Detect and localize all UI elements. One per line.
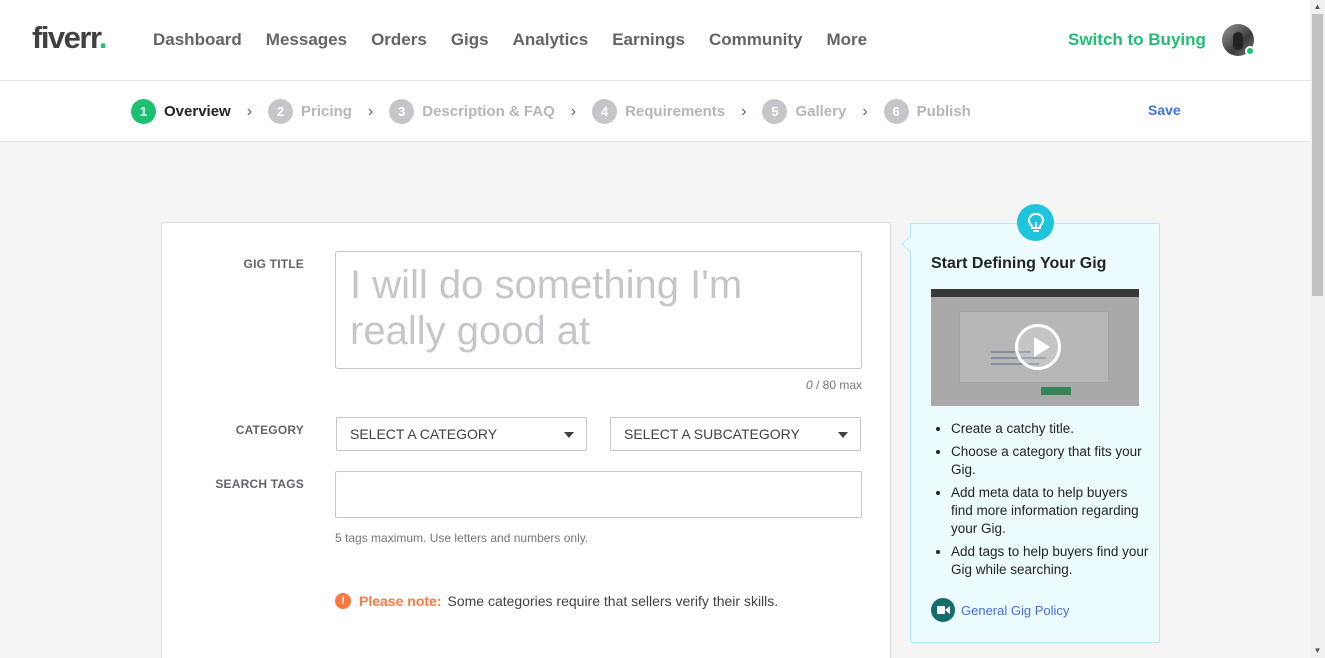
nav-link-dashboard[interactable]: Dashboard [153,30,242,50]
fiverr-logo[interactable]: fiverr. [32,20,107,56]
category-select-value: SELECT A CATEGORY [350,426,498,442]
chevron-right-icon: › [570,102,577,120]
subcategory-select-value: SELECT A SUBCATEGORY [624,426,800,442]
step-number: 4 [592,99,618,124]
chevron-right-icon: › [862,102,868,120]
step-label: Overview [164,103,231,120]
online-status-dot [1245,46,1255,56]
search-tags-input[interactable] [335,471,862,518]
chevron-right-icon: › [367,102,374,120]
subcategory-select[interactable]: SELECT A SUBCATEGORY [610,417,861,451]
info-icon: ! [335,593,351,609]
tips-title: Start Defining Your Gig [931,255,1107,272]
nav-link-messages[interactable]: Messages [266,30,347,50]
step-number: 6 [883,99,909,124]
nav-link-more[interactable]: More [826,30,867,50]
video-camera-icon [931,598,955,622]
step-number: 3 [389,99,415,124]
panel-pointer [901,235,919,253]
gig-policy-link[interactable]: General Gig Policy [931,598,1069,622]
step-overview[interactable]: 1 Overview [131,99,231,124]
steps-list: 1 Overview › 2 Pricing › 3 Description &… [131,99,971,124]
save-button[interactable]: Save [1148,102,1181,118]
nav-link-orders[interactable]: Orders [371,30,427,50]
step-description-faq[interactable]: 3 Description & FAQ [389,99,555,124]
step-requirements[interactable]: 4 Requirements [592,99,725,124]
chevron-right-icon: › [246,102,253,120]
tip-item: Add tags to help buyers find your Gig wh… [951,543,1151,579]
nav-link-gigs[interactable]: Gigs [451,30,489,50]
page-scrollbar[interactable]: ▲ ▼ [1310,0,1325,658]
note-label: Please note: [359,593,442,609]
caret-down-icon [838,432,848,438]
tip-item: Choose a category that fits your Gig. [951,443,1151,479]
tips-panel: Start Defining Your Gig Create a catchy … [901,223,1160,643]
nav-link-earnings[interactable]: Earnings [612,30,685,50]
play-icon[interactable] [1015,324,1061,370]
step-number: 2 [268,99,294,124]
top-nav: fiverr. Dashboard Messages Orders Gigs A… [0,0,1310,81]
nav-link-analytics[interactable]: Analytics [513,30,589,50]
search-tags-label: SEARCH TAGS [215,477,304,491]
gig-title-label: GIG TITLE [243,257,304,271]
scroll-up-arrow-icon[interactable]: ▲ [1310,0,1325,14]
title-char-counter: 0 / 80 max [805,378,862,392]
nav-link-community[interactable]: Community [709,30,803,50]
scroll-thumb[interactable] [1312,14,1323,296]
step-label: Publish [916,103,971,120]
gig-steps-bar: 1 Overview › 2 Pricing › 3 Description &… [0,81,1310,142]
caret-down-icon [564,432,574,438]
step-gallery[interactable]: 5 Gallery [762,99,846,124]
step-pricing[interactable]: 2 Pricing [268,99,352,124]
lightbulb-icon [1017,204,1054,241]
step-number: 1 [131,99,156,124]
category-label: CATEGORY [235,423,304,437]
category-select[interactable]: SELECT A CATEGORY [336,417,587,451]
note-text: Some categories require that sellers ver… [447,593,779,609]
step-label: Gallery [795,103,847,120]
tip-item: Create a catchy title. [951,420,1151,438]
tags-hint: 5 tags maximum. Use letters and numbers … [335,531,589,545]
step-label: Pricing [301,103,352,120]
switch-to-buying-link[interactable]: Switch to Buying [1068,30,1206,50]
tips-list: Create a catchy title. Choose a category… [951,420,1151,584]
step-label: Description & FAQ [422,103,555,120]
scroll-down-arrow-icon[interactable]: ▼ [1310,644,1325,658]
gig-policy-label: General Gig Policy [961,602,1070,618]
step-label: Requirements [625,103,726,120]
tip-item: Add meta data to help buyers find more i… [951,484,1151,538]
chevron-right-icon: › [741,102,747,120]
step-number: 5 [762,99,788,124]
step-publish[interactable]: 6 Publish [883,99,971,124]
nav-links: Dashboard Messages Orders Gigs Analytics… [153,30,867,50]
tutorial-video-thumbnail[interactable] [931,289,1139,406]
gig-title-input[interactable]: I will do something I'm really good at [335,251,862,369]
category-note: ! Please note: Some categories require t… [335,593,778,609]
overview-form-card: GIG TITLE I will do something I'm really… [161,222,891,658]
